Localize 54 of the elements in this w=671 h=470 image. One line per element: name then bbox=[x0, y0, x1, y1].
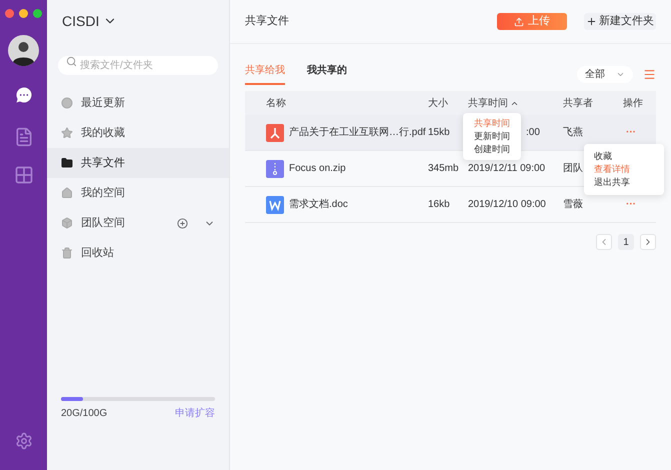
folder-icon bbox=[61, 157, 73, 169]
table-cell-text: 飞燕 bbox=[563, 126, 583, 140]
pdf-file-icon bbox=[266, 124, 284, 142]
workspace-name[interactable]: CISDI bbox=[62, 10, 100, 32]
avatar[interactable] bbox=[8, 35, 39, 66]
table-cell-text: 团队 bbox=[563, 162, 583, 176]
word-file-icon bbox=[266, 196, 284, 214]
home-icon bbox=[61, 187, 73, 199]
minimize-window-icon[interactable] bbox=[19, 9, 28, 18]
cube-icon bbox=[61, 217, 73, 229]
next-page-button[interactable] bbox=[640, 234, 656, 250]
table-cell-text: 2019/12/11 09:00 bbox=[468, 162, 546, 176]
settings-icon[interactable] bbox=[14, 432, 32, 450]
table-cell-text: 15kb bbox=[428, 126, 451, 140]
add-icon[interactable] bbox=[177, 218, 188, 228]
storage-reading: 20G/100G bbox=[61, 407, 108, 421]
menu-icon[interactable] bbox=[643, 68, 656, 80]
column-header[interactable]: 共享时间 bbox=[468, 96, 563, 110]
sidebar-item[interactable]: 共享文件 bbox=[47, 148, 229, 178]
sidebar-item[interactable]: 团队空间 bbox=[47, 208, 229, 238]
table-cell-text: :00 bbox=[526, 126, 540, 140]
trash-icon bbox=[61, 247, 73, 259]
document-icon[interactable] bbox=[14, 127, 34, 147]
apps-grid-icon[interactable] bbox=[14, 165, 34, 185]
page-title: 共享文件 bbox=[245, 14, 290, 30]
file-name: Focus on.zip bbox=[289, 162, 346, 176]
table-cell-text: 16kb bbox=[428, 198, 451, 212]
search-icon bbox=[66, 56, 77, 67]
table-cell-text: 345mb bbox=[428, 162, 460, 176]
column-header: 操作 bbox=[623, 96, 644, 110]
zoom-window-icon[interactable] bbox=[33, 9, 42, 18]
menu-item[interactable]: 更新时间 bbox=[474, 130, 510, 143]
search-field[interactable]: 搜索文件/文件夹 bbox=[58, 56, 218, 75]
column-header: 大小 bbox=[428, 96, 449, 110]
column-header: 共享者 bbox=[563, 96, 594, 110]
page-button[interactable]: 1 bbox=[618, 234, 634, 250]
file-name: 产品关于在工业互联网…行.pdf bbox=[289, 126, 426, 140]
sidebar-item[interactable]: 我的空间 bbox=[47, 178, 229, 208]
upload-icon bbox=[514, 16, 524, 26]
filter-select[interactable]: 全部 bbox=[577, 66, 633, 82]
close-window-icon[interactable] bbox=[5, 9, 14, 18]
new-folder-button[interactable]: 新建文件夹 bbox=[584, 13, 656, 30]
plus-icon bbox=[586, 16, 597, 27]
table-cell-text: 雪薇 bbox=[563, 198, 583, 212]
chat-icon[interactable] bbox=[14, 85, 34, 105]
table-cell-text: 2019/12/10 09:00 bbox=[468, 198, 546, 212]
tab[interactable]: 我共享的 bbox=[307, 63, 347, 85]
sidebar-item[interactable]: 最近更新 bbox=[47, 88, 229, 118]
star-icon bbox=[61, 127, 73, 139]
zip-file-icon bbox=[266, 160, 284, 178]
file-name: 需求文档.doc bbox=[289, 198, 348, 212]
sidebar-item[interactable]: 我的收藏 bbox=[47, 118, 229, 148]
column-header: 名称 bbox=[266, 96, 287, 110]
sidebar-item[interactable]: 回收站 bbox=[47, 238, 229, 268]
